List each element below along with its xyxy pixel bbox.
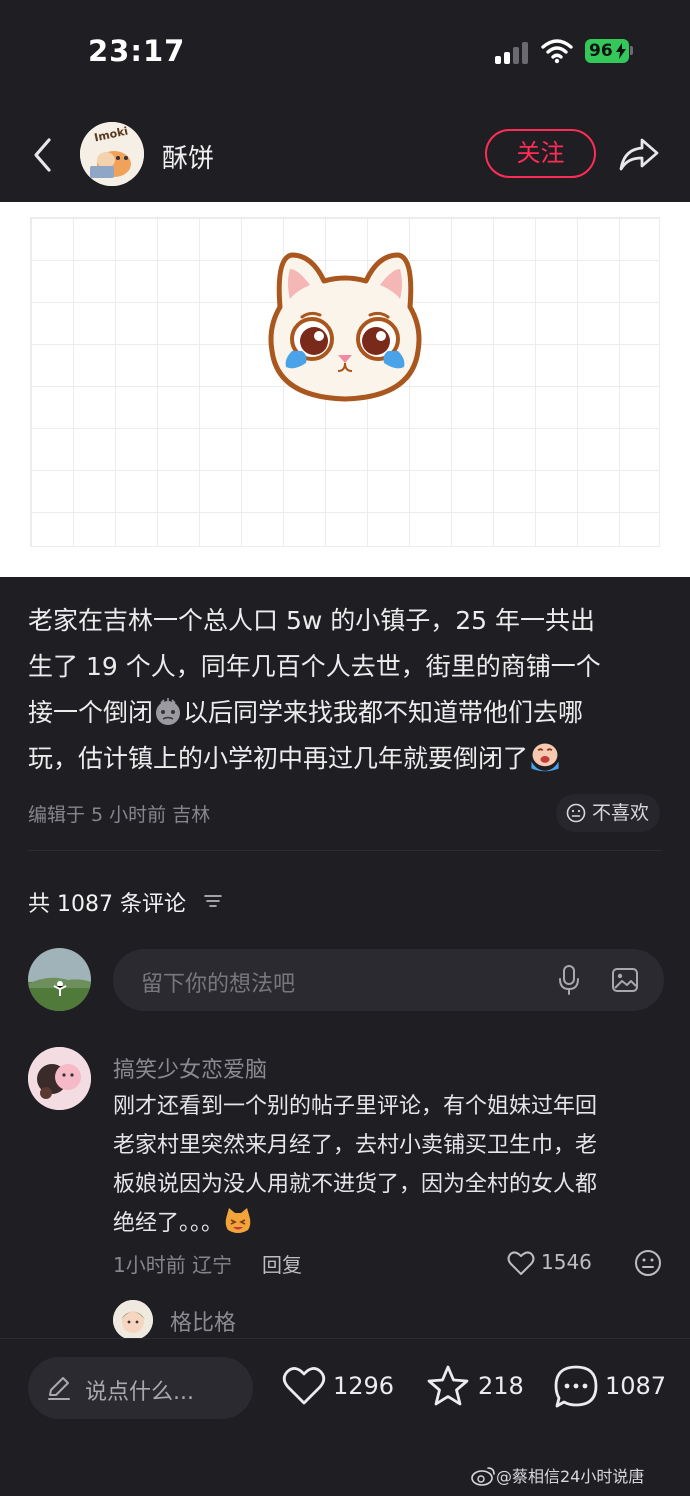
dislike-label: 不喜欢 [592, 802, 650, 824]
post-text-line: 老家在吉林一个总人口 5w 的小镇子，25 年一共出 [28, 606, 596, 635]
comment-text-line: 老家村里突然来月经了，去村小卖铺买卫生巾，老 [113, 1133, 598, 1158]
comments-count: 1087 [605, 1372, 667, 1400]
favorite-button[interactable]: 218 [425, 1364, 525, 1410]
post-text-line: 生了 19 个人，同年几百个人去世，街里的商铺一个 [28, 652, 601, 681]
comment-bubble-icon [554, 1365, 598, 1408]
favorite-count: 218 [478, 1372, 524, 1400]
weibo-logo-icon [471, 1467, 495, 1486]
share-icon[interactable] [618, 134, 660, 174]
comment-count: 共 1087 条评论 [28, 892, 186, 917]
weibo-watermark: @蔡相信24小时说唐 [470, 1463, 644, 1487]
comment-input-placeholder: 留下你的想法吧 [141, 972, 296, 997]
laughing-cat-emoji-icon [225, 1208, 251, 1233]
reply-button[interactable]: 回复 [262, 1249, 302, 1278]
my-avatar [28, 948, 91, 1011]
follow-button[interactable]: 关注 [485, 129, 596, 178]
gloomy-cloud-emoji-icon [156, 698, 181, 725]
battery-tip [630, 46, 633, 55]
say-something-input[interactable]: 说点什么... [28, 1357, 253, 1419]
my-avatar-image [28, 948, 91, 1011]
star-icon [427, 1365, 469, 1406]
microphone-icon[interactable] [558, 965, 580, 995]
status-bar: 23:17 96 [0, 0, 690, 100]
comment-dislike-icon[interactable] [634, 1249, 662, 1277]
charging-icon [616, 43, 626, 59]
comments-button[interactable]: 1087 [553, 1364, 667, 1410]
post-text-line: 接一个倒闭 以后同学来找我都不知道带他们去哪 [28, 690, 664, 736]
divider [28, 850, 662, 851]
commenter-avatar-image [28, 1047, 91, 1110]
pen-icon [48, 1377, 70, 1400]
cellular-signal-icon [495, 40, 531, 64]
comment-input[interactable]: 留下你的想法吧 [113, 949, 664, 1011]
crying-emoji-icon [531, 743, 559, 772]
back-icon[interactable] [28, 135, 58, 175]
reply-avatar-image [113, 1300, 153, 1340]
post-image[interactable] [0, 202, 690, 577]
author-avatar[interactable]: Imoki [80, 122, 144, 186]
crying-cat-sticker [268, 252, 422, 402]
post-body: 老家在吉林一个总人口 5w 的小镇子，25 年一共出 生了 19 个人，同年几百… [28, 598, 664, 782]
battery-level: 96 [589, 41, 613, 61]
like-heart-icon [282, 1367, 326, 1405]
status-time: 23:17 [88, 34, 186, 68]
like-count: 1296 [333, 1372, 395, 1400]
sort-icon[interactable] [203, 893, 223, 909]
comment-text-line: 刚才还看到一个别的帖子里评论，有个姐妹过年回 [113, 1094, 598, 1119]
comment-like-count: 1546 [541, 1250, 592, 1274]
post-header: Imoki 酥饼 关注 [0, 110, 690, 200]
comment-text-segment: 绝经了。。。 [113, 1211, 224, 1236]
post-text-segment: 玩，估计镇上的小学初中再过几年就要倒闭了 [28, 744, 529, 773]
post-text-segment: 以后同学来找我都不知道带他们去哪 [183, 698, 584, 727]
reply-avatar[interactable] [113, 1300, 153, 1340]
comment-body: 刚才还看到一个别的帖子里评论，有个姐妹过年回 老家村里突然来月经了，去村小卖铺买… [113, 1087, 661, 1243]
battery-indicator: 96 [585, 39, 629, 63]
image-icon[interactable] [611, 966, 639, 994]
heart-icon [507, 1251, 535, 1275]
like-button[interactable]: 1296 [282, 1364, 395, 1410]
comment-text-line: 绝经了。。。 [113, 1204, 661, 1243]
post-meta: 编辑于 5 小时前 吉林 [28, 804, 211, 826]
watermark-text: @蔡相信24小时说唐 [496, 1467, 645, 1486]
comment-like-button[interactable]: 1546 [507, 1249, 607, 1277]
reply-username[interactable]: 格比格 [170, 1305, 236, 1337]
say-something-placeholder: 说点什么... [85, 1380, 194, 1405]
comment-meta: 1小时前 辽宁 [113, 1253, 233, 1277]
wifi-icon [541, 39, 573, 64]
neutral-face-icon [566, 803, 586, 823]
commenter-name[interactable]: 搞笑少女恋爱脑 [113, 1052, 267, 1084]
dislike-button[interactable]: 不喜欢 [556, 794, 660, 832]
author-name[interactable]: 酥饼 [162, 138, 214, 175]
commenter-avatar[interactable] [28, 1047, 91, 1110]
comment-text-line: 板娘说因为没人用就不进货了，因为全村的女人都 [113, 1172, 598, 1197]
post-text-segment: 接一个倒闭 [28, 698, 154, 727]
post-text-line: 玩，估计镇上的小学初中再过几年就要倒闭了 [28, 736, 664, 782]
